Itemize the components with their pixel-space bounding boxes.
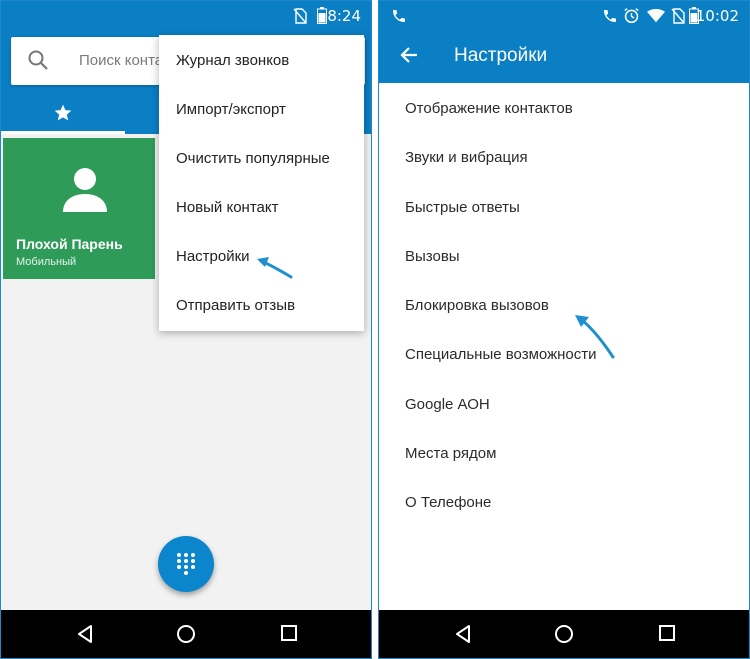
nav-home-icon[interactable] <box>176 624 196 644</box>
settings-item-accessibility[interactable]: Специальные возможности <box>405 346 597 363</box>
left-phone-screen: 8:24 Поиск конта Плохой Парень Мобильный <box>0 0 372 659</box>
settings-item-call-blocking[interactable]: Блокировка вызовов <box>405 297 549 314</box>
status-time: 8:24 <box>327 7 361 25</box>
settings-item-calls[interactable]: Вызовы <box>405 248 460 265</box>
overflow-menu: Журнал звонков Импорт/экспорт Очистить п… <box>159 35 364 331</box>
settings-item-sounds[interactable]: Звуки и вибрация <box>405 149 528 166</box>
tab-favorites[interactable] <box>1 93 125 134</box>
wifi-icon <box>647 8 665 23</box>
favorite-contact-card[interactable]: Плохой Парень Мобильный <box>3 138 155 279</box>
menu-item-send-feedback[interactable]: Отправить отзыв <box>159 281 364 330</box>
contact-phone-type: Мобильный <box>16 256 77 268</box>
settings-item-about-phone[interactable]: О Телефоне <box>405 494 491 511</box>
settings-app-bar: Настройки <box>379 31 749 83</box>
person-icon <box>63 168 107 212</box>
back-arrow-icon[interactable] <box>399 45 419 65</box>
page-title: Настройки <box>454 45 548 66</box>
battery-icon <box>317 7 327 24</box>
dialpad-icon <box>177 553 195 575</box>
status-bar: 8:24 <box>1 1 371 31</box>
nav-recents-icon[interactable] <box>280 624 298 642</box>
contact-name: Плохой Парень <box>16 236 123 252</box>
settings-item-quick-replies[interactable]: Быстрые ответы <box>405 199 520 216</box>
annotation-arrow-icon <box>257 257 293 279</box>
call-settings-icon <box>604 10 616 22</box>
menu-item-call-log[interactable]: Журнал звонков <box>159 36 364 85</box>
annotation-arrow-icon <box>575 315 615 359</box>
no-sim-icon <box>293 8 307 24</box>
right-phone-screen: 10:02 Настройки Отображение контактов Зв… <box>378 0 750 659</box>
menu-item-import-export[interactable]: Импорт/экспорт <box>159 85 364 134</box>
star-icon <box>54 104 72 121</box>
search-icon <box>28 50 48 70</box>
nav-home-icon[interactable] <box>554 624 574 644</box>
status-time: 10:02 <box>695 7 739 25</box>
system-nav-bar <box>379 610 749 658</box>
search-placeholder: Поиск конта <box>79 52 164 69</box>
status-bar: 10:02 <box>379 1 749 31</box>
settings-item-caller-id[interactable]: Google АОН <box>405 396 490 413</box>
nav-back-icon[interactable] <box>75 624 95 644</box>
dialpad-fab[interactable] <box>158 536 214 592</box>
nav-back-icon[interactable] <box>453 624 473 644</box>
settings-item-nearby-places[interactable]: Места рядом <box>405 445 496 462</box>
tab-indicator <box>1 131 125 134</box>
menu-item-clear-frequents[interactable]: Очистить популярные <box>159 134 364 183</box>
nav-recents-icon[interactable] <box>658 624 676 642</box>
system-nav-bar <box>1 610 371 658</box>
menu-item-new-contact[interactable]: Новый контакт <box>159 183 364 232</box>
alarm-icon <box>624 8 639 24</box>
no-sim-icon <box>671 8 685 24</box>
phone-icon <box>393 10 405 22</box>
settings-item-display[interactable]: Отображение контактов <box>405 100 573 117</box>
